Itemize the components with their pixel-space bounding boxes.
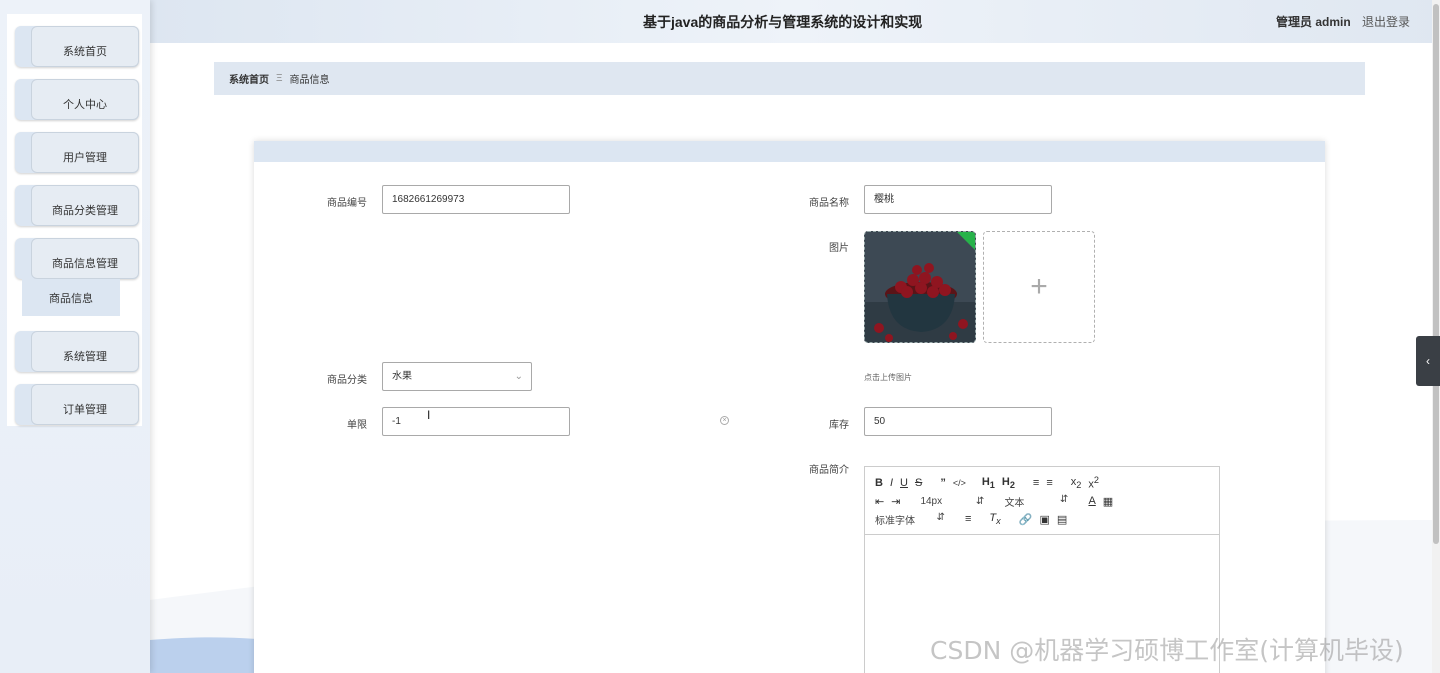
select-arrows-icon: ⇵ <box>976 495 985 507</box>
heading1-icon[interactable]: H1 <box>982 476 995 490</box>
underline-icon[interactable]: U <box>900 477 908 489</box>
image-label: 图片 <box>829 243 849 254</box>
sidebar-item-category-management[interactable]: 商品分类管理 <box>15 185 139 226</box>
subscript-icon[interactable]: x2 <box>1071 476 1082 490</box>
superscript-icon[interactable]: x2 <box>1088 475 1099 491</box>
image-icon[interactable]: ▣ <box>1039 513 1049 526</box>
sidebar-item-label: 个人中心 <box>31 79 139 120</box>
sidebar-item-users[interactable]: 用户管理 <box>15 132 139 173</box>
font-color-icon[interactable]: A <box>1088 495 1095 507</box>
cherries-image <box>865 232 975 342</box>
sidebar-item-label: 商品分类管理 <box>31 185 139 226</box>
font-family-select[interactable]: 标准字体 ⇵ <box>875 512 945 527</box>
product-name-label: 商品名称 <box>809 198 849 209</box>
product-no-label: 商品编号 <box>327 198 367 209</box>
product-no-input[interactable]: 1682661269973 <box>382 185 570 214</box>
chevron-down-icon: ⌄ <box>514 371 523 382</box>
limit-label: 单限 <box>347 420 367 431</box>
strikethrough-icon[interactable]: S <box>915 477 922 489</box>
breadcrumb: 系统首页 Ξ 商品信息 <box>214 62 1365 95</box>
add-image-button[interactable]: + <box>983 231 1095 343</box>
sidebar-item-label: 商品信息管理 <box>31 238 139 279</box>
sidebar-menu: 系统首页 个人中心 用户管理 商品分类管理 商品信息管理 商品信息 系统管理 订… <box>7 14 142 426</box>
clear-icon[interactable]: × <box>720 416 729 425</box>
font-size-value: 14px <box>920 495 943 507</box>
sidebar-item-home[interactable]: 系统首页 <box>15 26 139 67</box>
clear-format-icon[interactable]: Tx <box>989 512 1000 526</box>
top-header: 基于java的商品分析与管理系统的设计和实现 管理员 admin 退出登录 <box>150 0 1440 43</box>
background-color-icon[interactable]: ▦ <box>1103 495 1113 508</box>
select-arrows-icon: ⇵ <box>1060 493 1069 505</box>
breadcrumb-current: 商品信息 <box>289 75 330 86</box>
breadcrumb-separator-icon: Ξ <box>276 73 283 84</box>
current-user: 管理员 admin <box>1276 15 1351 29</box>
sidebar-item-orders[interactable]: 订单管理 <box>15 384 139 425</box>
outdent-icon[interactable]: ⇤ <box>875 495 884 508</box>
text-cursor-icon: I <box>427 408 431 422</box>
category-select[interactable]: 水果 ⌄ <box>382 362 532 391</box>
sidebar-item-label: 订单管理 <box>31 384 139 425</box>
stock-label: 库存 <box>829 420 849 431</box>
font-size-select[interactable]: 14px ⇵ <box>920 496 984 507</box>
blockquote-icon[interactable]: ” <box>940 477 946 489</box>
text-style-value: 文本 <box>1004 497 1025 509</box>
watermark: CSDN @机器学习硕博工作室(计算机毕设) <box>930 636 1404 665</box>
font-family-value: 标准字体 <box>875 515 915 527</box>
uploaded-image-thumbnail[interactable] <box>864 231 976 343</box>
stock-input[interactable]: 50 <box>864 407 1052 436</box>
sidebar-item-label: 系统首页 <box>31 26 139 67</box>
sidebar-item-label: 系统管理 <box>31 331 139 372</box>
bullet-list-icon[interactable]: ≡ <box>1046 477 1052 489</box>
video-icon[interactable]: ▤ <box>1057 513 1067 526</box>
description-label: 商品简介 <box>809 465 849 476</box>
editor-toolbar: B I U S ” </> H1 H2 ≡ ≡ x2 x2 ⇤ ⇥ 14px ⇵ <box>865 467 1219 535</box>
code-block-icon[interactable]: </> <box>953 478 966 488</box>
align-icon[interactable]: ≡ <box>965 513 971 525</box>
category-label: 商品分类 <box>327 375 367 386</box>
bold-icon[interactable]: B <box>875 477 883 489</box>
text-style-select[interactable]: 文本 ⇵ <box>1004 494 1068 509</box>
chevron-left-icon[interactable]: ‹ <box>1416 336 1440 386</box>
link-icon[interactable]: 🔗 <box>1019 513 1033 526</box>
product-form-card: 商品编号 1682661269973 商品名称 樱桃 图片 + 点击上传图片 商… <box>254 141 1325 673</box>
logout-link[interactable]: 退出登录 <box>1362 13 1410 30</box>
italic-icon[interactable]: I <box>890 477 893 489</box>
card-header-bar <box>254 141 1325 162</box>
limit-input[interactable]: -1 <box>382 407 570 436</box>
heading2-icon[interactable]: H2 <box>1002 476 1015 490</box>
sidebar-item-profile[interactable]: 个人中心 <box>15 79 139 120</box>
sidebar-item-label: 用户管理 <box>31 132 139 173</box>
upload-tip: 点击上传图片 <box>864 373 912 382</box>
page-title: 基于java的商品分析与管理系统的设计和实现 <box>643 14 923 30</box>
category-value: 水果 <box>392 371 412 382</box>
ordered-list-icon[interactable]: ≡ <box>1033 477 1039 489</box>
breadcrumb-home[interactable]: 系统首页 <box>229 71 269 86</box>
sidebar-item-system[interactable]: 系统管理 <box>15 331 139 372</box>
sidebar-item-product-management[interactable]: 商品信息管理 <box>15 238 139 279</box>
sidebar-subitem-product-info[interactable]: 商品信息 <box>22 279 120 316</box>
sidebar: 系统首页 个人中心 用户管理 商品分类管理 商品信息管理 商品信息 系统管理 订… <box>0 0 150 673</box>
indent-icon[interactable]: ⇥ <box>891 495 900 508</box>
product-name-input[interactable]: 樱桃 <box>864 185 1052 214</box>
scrollbar-thumb[interactable] <box>1433 4 1439 544</box>
select-arrows-icon: ⇵ <box>936 511 945 523</box>
